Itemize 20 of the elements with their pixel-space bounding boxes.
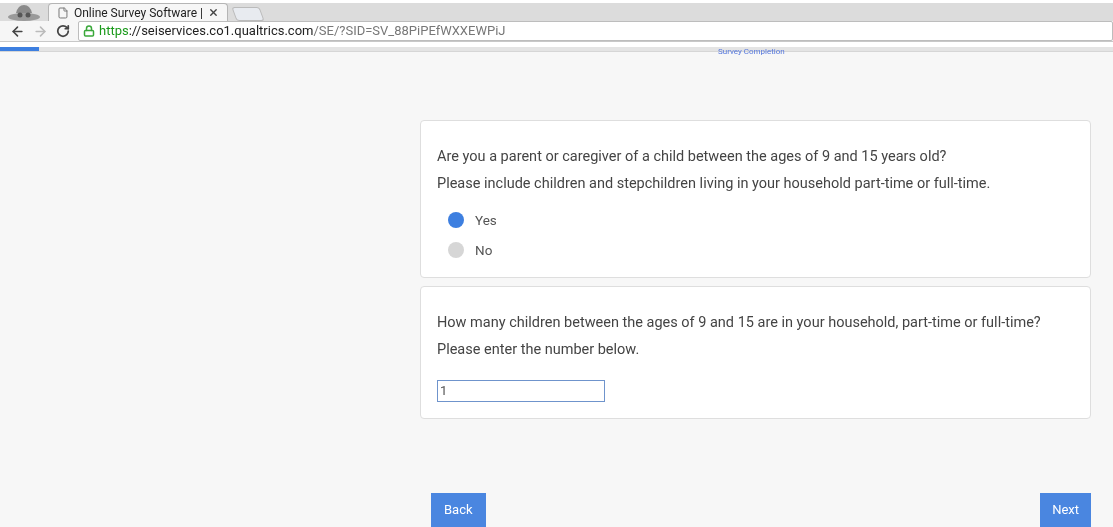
tab-title: Online Survey Software |	[73, 4, 204, 22]
back-icon[interactable]	[10, 23, 25, 39]
address-bar[interactable]: https://seiservices.co1.qualtrics.com/SE/?SID=SV_88PiPEfWXXEWPiJ	[78, 21, 1113, 41]
question-text: How many children between the ages of 9 and 15 are in your household, part-time or full-time? Please enter the number below.	[437, 312, 1042, 360]
lock-icon	[83, 25, 95, 37]
url-text: https://seiservices.co1.qualtrics.com/SE/?SID=SV_88PiPEfWXXEWPiJ	[99, 22, 506, 41]
page-icon	[57, 6, 69, 19]
incognito-icon	[6, 3, 42, 21]
input-field[interactable]: 1	[437, 379, 605, 402]
reload-icon[interactable]	[56, 24, 70, 38]
next-button[interactable]: Next	[1040, 493, 1091, 527]
close-icon[interactable]	[208, 7, 219, 18]
radio-option[interactable]: Yes	[448, 210, 1074, 231]
radio-button[interactable]	[448, 212, 464, 229]
progress-label: Survey Completion	[718, 45, 785, 58]
browser-tab[interactable]: Online Survey Software |	[48, 3, 228, 21]
question-text: Are you a parent or caregiver of a child between the ages of 9 and 15 years old? Please include children and stepchildren living in your household part-time or full-time.	[437, 147, 992, 194]
radio-option[interactable]: No	[448, 240, 1074, 261]
back-button[interactable]: Back	[431, 493, 486, 527]
radio-button[interactable]	[448, 242, 464, 259]
